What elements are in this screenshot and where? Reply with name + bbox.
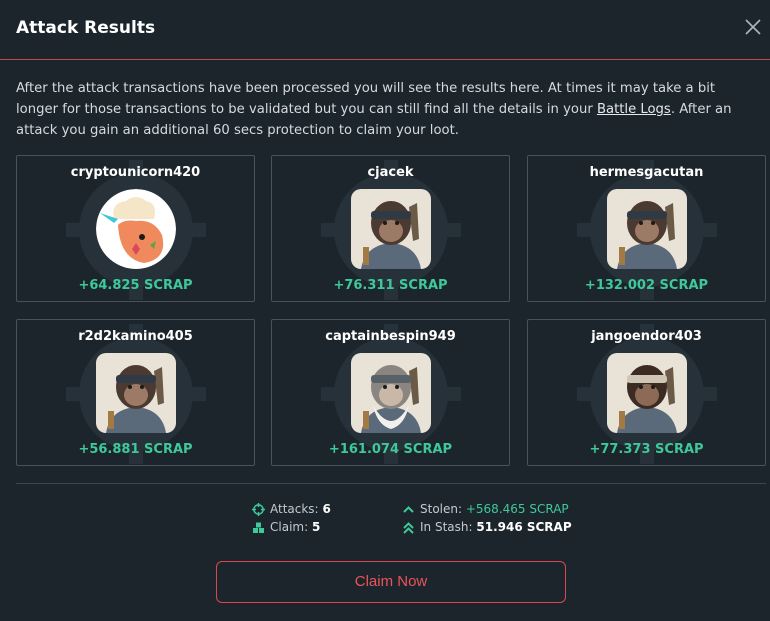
result-card: cjacek +76.311 SCRAP (271, 155, 510, 302)
hooded-ape-avatar (606, 353, 687, 433)
result-card: r2d2kamino405 +56.881 SCRAP (16, 319, 255, 466)
player-name: cryptounicorn420 (70, 165, 201, 180)
ape-avatar (95, 353, 176, 433)
stack-icon (253, 522, 264, 533)
ape-avatar (350, 189, 431, 269)
stolen-label: Stolen: (420, 502, 463, 516)
result-card: cryptounicorn420 +64.825 SCRAP (16, 155, 255, 302)
ape-avatar (606, 189, 687, 269)
claim-now-button[interactable]: Claim Now (216, 561, 566, 603)
result-card: hermesgacutan +132.002 SCRAP (527, 155, 766, 302)
battle-logs-link[interactable]: Battle Logs (597, 102, 671, 117)
stash-value: 51.946 SCRAP (476, 520, 572, 534)
scrap-reward: +76.311 SCRAP (333, 278, 448, 293)
player-name: jangoendor403 (591, 329, 702, 344)
attacks-value: 6 (322, 502, 331, 516)
modal-title: Attack Results (16, 18, 156, 38)
player-name: cjacek (367, 165, 414, 180)
stat-in-stash: In Stash: 51.946 SCRAP (402, 520, 602, 536)
attack-results-modal: Attack Results After the attack transact… (0, 0, 770, 621)
divider (16, 483, 766, 484)
crosshair-icon (252, 503, 265, 516)
stat-stolen: Stolen: +568.465 SCRAP (402, 502, 602, 518)
chevron-up-icon (403, 506, 414, 513)
result-card: captainbespin949 +161.074 SCRAP (271, 319, 510, 466)
close-icon[interactable] (744, 18, 766, 40)
player-name: r2d2kamino405 (78, 329, 193, 344)
old-ape-avatar (350, 353, 431, 433)
scrap-reward: +132.002 SCRAP (584, 278, 709, 293)
attacks-label: Attacks: (270, 502, 319, 516)
stat-attacks: Attacks: 6 (252, 502, 382, 518)
unicorn-avatar (95, 189, 176, 269)
scrap-reward: +161.074 SCRAP (328, 442, 453, 457)
scrap-reward: +77.373 SCRAP (589, 442, 704, 457)
stash-label: In Stash: (420, 520, 473, 534)
player-name: hermesgacutan (589, 165, 704, 180)
claim-value: 5 (311, 520, 321, 534)
stolen-value: +568.465 SCRAP (465, 502, 569, 516)
modal-header: Attack Results (0, 0, 770, 60)
double-chevron-up-icon (403, 522, 414, 534)
result-card: jangoendor403 +77.373 SCRAP (527, 319, 766, 466)
scrap-reward: +56.881 SCRAP (78, 442, 193, 457)
stat-claim: Claim: 5 (252, 520, 382, 536)
player-name: captainbespin949 (325, 329, 456, 344)
claim-label: Claim: (270, 520, 309, 534)
scrap-reward: +64.825 SCRAP (78, 278, 193, 293)
intro-text: After the attack transactions have been … (16, 78, 761, 141)
